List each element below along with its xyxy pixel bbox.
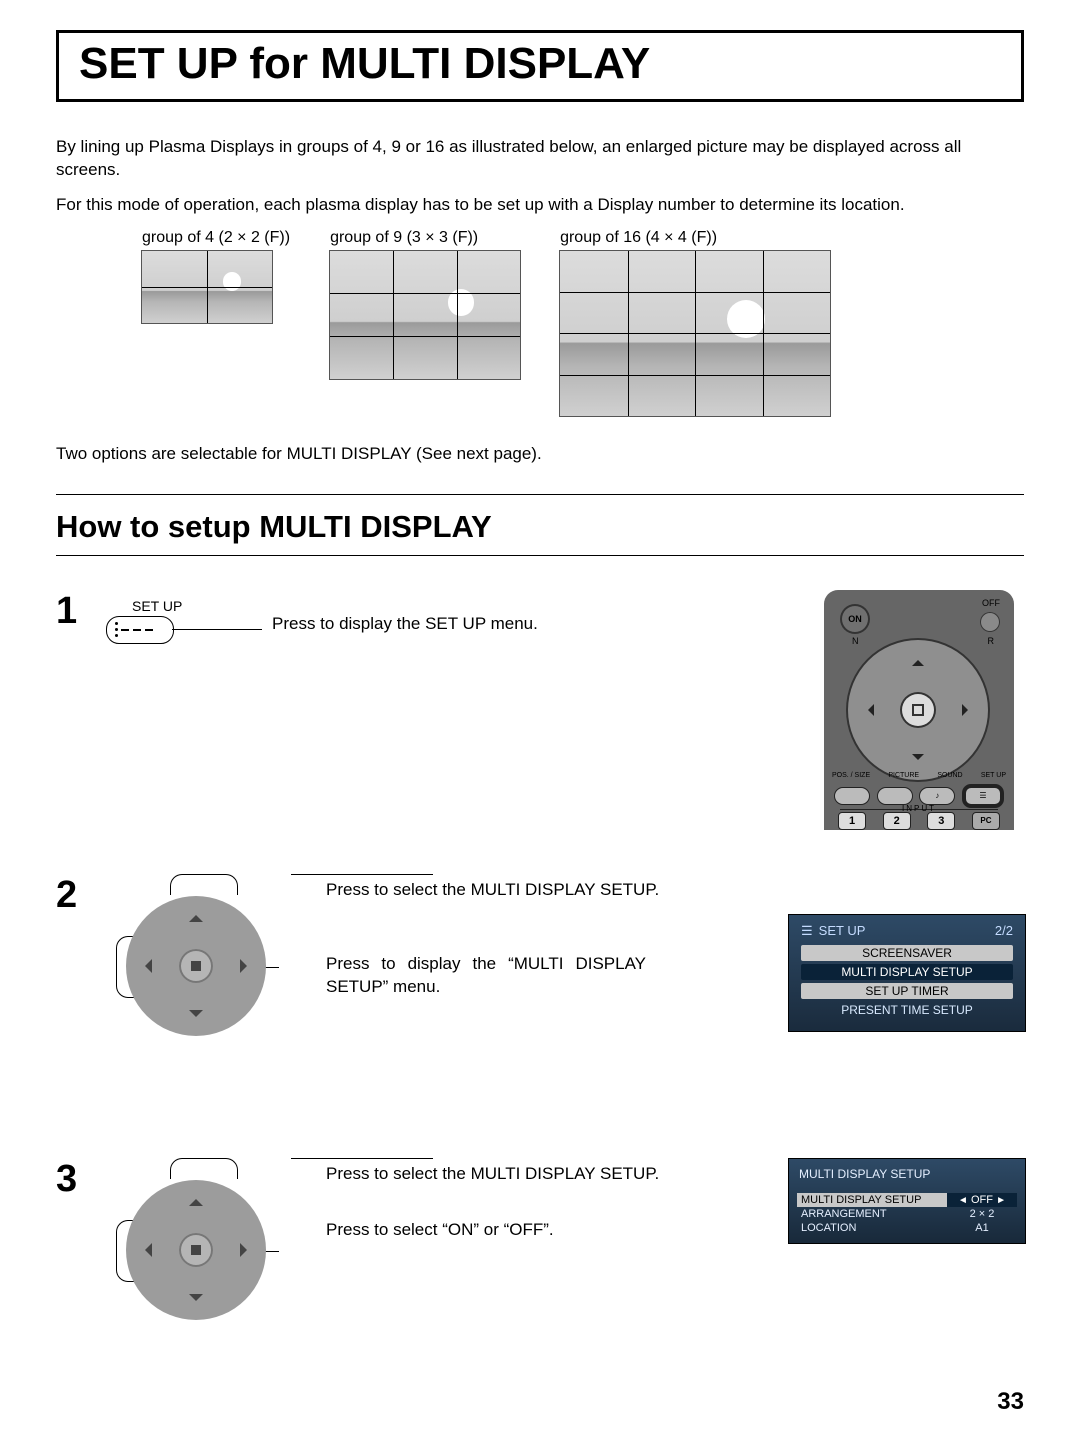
osd2-row-multi-display: MULTI DISPLAY SETUP ◄ OFF ► (797, 1193, 1017, 1207)
osd2-title: MULTI DISPLAY SETUP (789, 1165, 1025, 1193)
group4-image (142, 251, 272, 323)
page-number: 33 (56, 1388, 1024, 1416)
page-title-box: SET UP for MULTI DISPLAY (56, 30, 1024, 102)
osd2-row-location: LOCATION A1 (797, 1221, 1017, 1235)
remote-n-label: N (852, 636, 859, 646)
group9-label: group of 9 (3 × 3 (F)) (330, 229, 520, 247)
osd-setup-menu: ☰ SET UP 2/2 SCREENSAVER MULTI DISPLAY SE… (788, 914, 1026, 1032)
osd-title: SET UP (819, 923, 866, 938)
group16-image (560, 251, 830, 416)
howto-heading: How to setup MULTI DISPLAY (56, 509, 1024, 545)
menu-icon: ☰ (801, 923, 813, 939)
step-3-text-a: Press to select the MULTI DISPLAY SETUP. (326, 1162, 750, 1186)
remote-off-button (980, 612, 1000, 632)
step-1-text: Press to display the SET UP menu. (246, 590, 750, 830)
osd-item-present-time: PRESENT TIME SETUP (801, 1002, 1013, 1018)
remote-mode-labels: POS. / SIZEPICTURESOUNDSET UP (832, 772, 1006, 779)
step-1-number: 1 (56, 590, 106, 633)
step-3-number: 3 (56, 1158, 106, 1201)
step-3-text-b: Press to select “ON” or “OFF”. (326, 1218, 750, 1242)
dpad-illustration-step2 (116, 874, 276, 1044)
remote-r-label: R (988, 636, 995, 646)
remote-off-label: OFF (982, 598, 1000, 608)
group16-label: group of 16 (4 × 4 (F)) (560, 229, 830, 247)
remote-on-button: ON (840, 604, 870, 634)
display-groups-row: group of 4 (2 × 2 (F)) group of 9 (3 × 3… (142, 229, 1024, 416)
intro-para-1: By lining up Plasma Displays in groups o… (56, 136, 1024, 182)
osd-item-setup-timer: SET UP TIMER (801, 983, 1013, 999)
options-note: Two options are selectable for MULTI DIS… (56, 444, 1024, 464)
setup-button-label: SET UP (132, 598, 246, 614)
remote-illustration: ON OFF N R POS. / SIZEPICTURESOUNDSET UP (824, 590, 1014, 830)
remote-input-2: 2 (883, 812, 911, 830)
remote-dpad (848, 640, 988, 780)
osd-item-screensaver: SCREENSAVER (801, 945, 1013, 961)
osd-item-multi-display: MULTI DISPLAY SETUP (801, 964, 1013, 980)
dpad-illustration-step3 (116, 1158, 276, 1328)
group9-image (330, 251, 520, 379)
step-2-number: 2 (56, 874, 106, 917)
group4-label: group of 4 (2 × 2 (F)) (142, 229, 290, 247)
step-2-text-b: Press to display the “MULTI DISPLAY SETU… (326, 952, 646, 1000)
step-2-text-a: Press to select the MULTI DISPLAY SETUP. (326, 878, 750, 902)
osd2-row-arrangement: ARRANGEMENT 2 × 2 (797, 1207, 1017, 1221)
osd-page: 2/2 (995, 923, 1013, 939)
osd-multi-display-menu: MULTI DISPLAY SETUP MULTI DISPLAY SETUP … (788, 1158, 1026, 1244)
remote-picture-button (877, 787, 913, 805)
divider-2 (56, 555, 1024, 556)
setup-button-icon (106, 616, 174, 644)
page-title: SET UP for MULTI DISPLAY (79, 39, 1001, 89)
intro-para-2: For this mode of operation, each plasma … (56, 194, 1024, 217)
divider-1 (56, 494, 1024, 495)
remote-sound-button: ♪ (919, 787, 955, 805)
remote-input-pc: PC (972, 812, 1000, 830)
remote-setup-button: ☰ (962, 784, 1004, 808)
remote-pos-button (834, 787, 870, 805)
remote-input-1: 1 (838, 812, 866, 830)
remote-input-3: 3 (927, 812, 955, 830)
